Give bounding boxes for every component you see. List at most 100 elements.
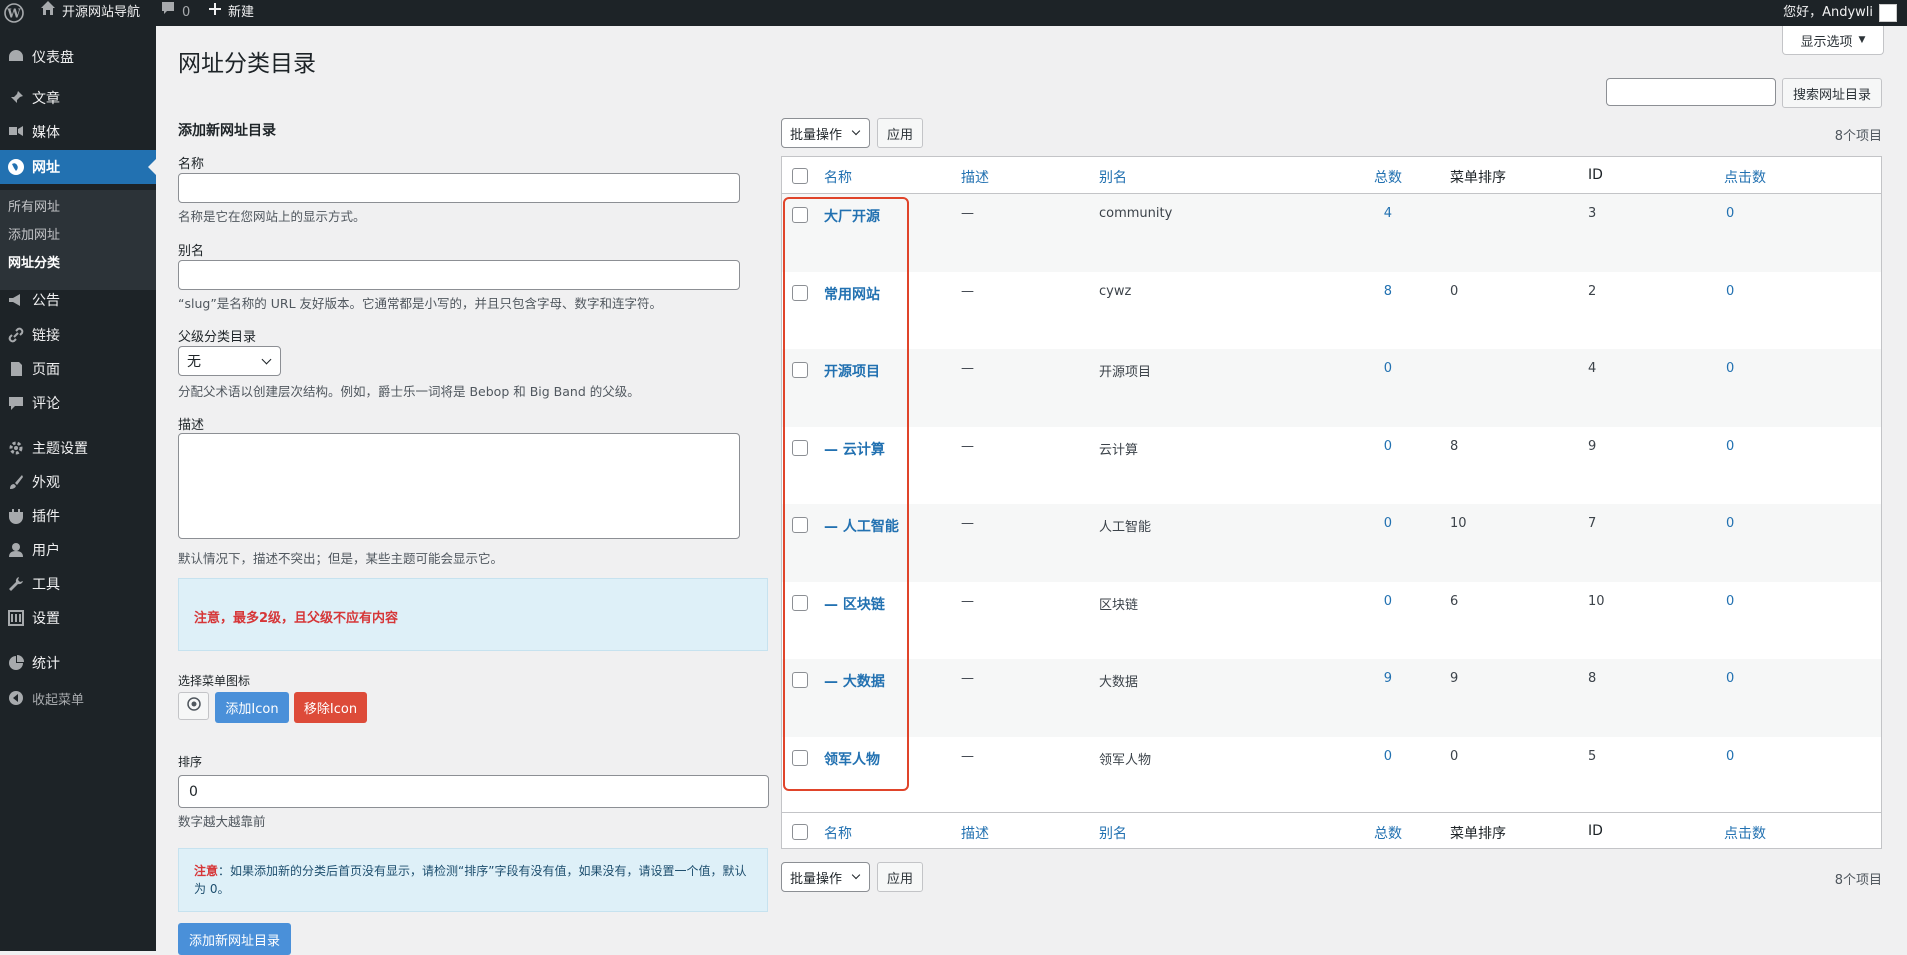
row-menu-order: 0 xyxy=(1450,748,1459,764)
row-checkbox[interactable] xyxy=(792,362,808,378)
account-menu[interactable]: 您好，Andywli xyxy=(1783,0,1897,26)
column-name[interactable]: 名称 xyxy=(824,167,852,187)
add-icon-button[interactable]: 添加Icon xyxy=(215,692,289,723)
column-description[interactable]: 描述 xyxy=(961,167,989,187)
row-description: — xyxy=(961,593,974,609)
row-name-link[interactable]: 领军人物 xyxy=(824,749,880,769)
row-slug: 领军人物 xyxy=(1099,752,1152,768)
notice-max-levels: 注意，最多2级，且父级不应有内容 xyxy=(178,578,768,651)
slug-label: 别名 xyxy=(178,244,205,259)
sidebar-item-appearance[interactable]: 外观 xyxy=(0,465,156,499)
sidebar-item-announcements[interactable]: 公告 xyxy=(0,283,156,317)
row-checkbox[interactable] xyxy=(792,439,808,456)
row-count-link[interactable]: 0 xyxy=(1384,439,1392,454)
row-slug: cywz xyxy=(1099,283,1132,299)
notice-order-body2: 为 0。 xyxy=(194,882,230,896)
row-checkbox[interactable] xyxy=(792,672,808,688)
slug-input[interactable] xyxy=(178,260,740,290)
sidebar-item-plugins[interactable]: 插件 xyxy=(0,499,156,533)
row-slug: 云计算 xyxy=(1099,442,1139,458)
row-count-link[interactable]: 9 xyxy=(1384,671,1392,686)
sidebar-item-links[interactable]: 链接 xyxy=(0,318,156,352)
row-name-link[interactable]: 大厂开源 xyxy=(824,206,880,226)
table-row: — 云计算 — 云计算 0 8 9 0 xyxy=(782,427,1881,505)
row-id: 2 xyxy=(1588,283,1597,299)
bulk-actions-select-bottom[interactable]: 批量操作 xyxy=(781,862,870,892)
comments-link[interactable]: 0 xyxy=(160,0,190,26)
screen-options-button[interactable]: 显示选项 ▼ xyxy=(1782,26,1884,55)
gear-icon xyxy=(6,438,26,458)
remove-icon-button[interactable]: 移除Icon xyxy=(294,692,367,723)
column-count-footer[interactable]: 总数 xyxy=(1374,823,1402,843)
name-input[interactable] xyxy=(178,173,740,203)
row-name-link[interactable]: — 大数据 xyxy=(824,671,885,691)
submenu-add-url[interactable]: 添加网址 xyxy=(8,224,60,243)
settings-icon xyxy=(6,608,26,628)
add-category-submit-button[interactable]: 添加新网址目录 xyxy=(178,923,291,955)
column-slug[interactable]: 别名 xyxy=(1099,167,1127,187)
row-count-link[interactable]: 8 xyxy=(1384,284,1392,299)
search-input[interactable] xyxy=(1606,78,1776,106)
row-checkbox[interactable] xyxy=(792,749,808,766)
column-description-footer[interactable]: 描述 xyxy=(961,823,989,843)
sidebar-item-urls[interactable]: 网址 xyxy=(0,150,156,184)
select-all-checkbox-footer[interactable] xyxy=(792,824,808,840)
sidebar-label: 评论 xyxy=(32,396,60,412)
submenu-all-urls[interactable]: 所有网址 xyxy=(8,196,60,215)
sidebar-item-stats[interactable]: 统计 xyxy=(0,646,156,680)
bulk-actions-select-top[interactable]: 批量操作 xyxy=(781,118,870,148)
icon-preview[interactable] xyxy=(178,692,209,720)
sidebar-item-settings[interactable]: 设置 xyxy=(0,601,156,635)
collapse-menu-button[interactable]: 收起菜单 xyxy=(0,681,156,715)
wordpress-logo-icon[interactable]: W xyxy=(4,0,24,26)
media-icon xyxy=(6,122,26,142)
description-textarea[interactable] xyxy=(178,433,740,539)
apply-button-bottom[interactable]: 应用 xyxy=(877,862,923,892)
megaphone-icon xyxy=(6,290,26,310)
form-title: 添加新网址目录 xyxy=(178,123,276,139)
select-all-checkbox[interactable] xyxy=(792,168,808,184)
comments-count: 0 xyxy=(182,5,191,20)
row-checkbox[interactable] xyxy=(792,517,808,533)
row-count-link[interactable]: 0 xyxy=(1384,749,1392,764)
row-checkbox[interactable] xyxy=(792,594,808,611)
row-name-link[interactable]: 开源项目 xyxy=(824,361,880,381)
screen-options-label: 显示选项 xyxy=(1800,34,1853,50)
apply-button-top[interactable]: 应用 xyxy=(877,118,923,148)
sidebar-item-dashboard[interactable]: 仪表盘 xyxy=(0,40,156,74)
site-name-link[interactable]: 开源网站导航 xyxy=(40,0,140,26)
row-name-link[interactable]: — 区块链 xyxy=(824,594,885,614)
row-checkbox[interactable] xyxy=(792,284,808,301)
sidebar-item-tools[interactable]: 工具 xyxy=(0,567,156,601)
row-count-link[interactable]: 0 xyxy=(1384,361,1392,376)
column-clicks-footer[interactable]: 点击数 xyxy=(1724,823,1766,843)
parent-select[interactable]: 无 xyxy=(178,346,281,376)
admin-bar: W 开源网站导航 0 新建 您好，Andywli xyxy=(0,0,1907,26)
submenu-url-categories[interactable]: 网址分类 xyxy=(8,252,60,271)
row-name-link[interactable]: — 云计算 xyxy=(824,439,885,459)
row-name-link[interactable]: — 人工智能 xyxy=(824,516,899,536)
sidebar-item-pages[interactable]: 页面 xyxy=(0,352,156,386)
order-input[interactable]: 0 xyxy=(178,775,769,808)
sidebar-item-media[interactable]: 媒体 xyxy=(0,115,156,149)
column-name-footer[interactable]: 名称 xyxy=(824,823,852,843)
sidebar-item-comments[interactable]: 评论 xyxy=(0,386,156,420)
row-count-link[interactable]: 0 xyxy=(1384,516,1392,531)
row-description: — xyxy=(961,516,974,531)
row-count-link[interactable]: 4 xyxy=(1384,206,1392,221)
column-clicks[interactable]: 点击数 xyxy=(1724,167,1766,187)
search-button[interactable]: 搜索网址目录 xyxy=(1782,78,1882,108)
row-name-link[interactable]: 常用网站 xyxy=(824,284,880,304)
column-slug-footer[interactable]: 别名 xyxy=(1099,823,1127,843)
bulk-actions-label: 批量操作 xyxy=(790,871,843,887)
row-count-link[interactable]: 0 xyxy=(1384,594,1392,609)
description-label: 描述 xyxy=(178,418,205,433)
sidebar-label: 主题设置 xyxy=(32,441,88,457)
row-id: 7 xyxy=(1588,516,1597,531)
sidebar-item-users[interactable]: 用户 xyxy=(0,533,156,567)
column-count[interactable]: 总数 xyxy=(1374,167,1402,187)
sidebar-item-posts[interactable]: 文章 xyxy=(0,81,156,115)
sidebar-item-theme-settings[interactable]: 主题设置 xyxy=(0,431,156,465)
new-content-link[interactable]: 新建 xyxy=(208,0,254,26)
row-checkbox[interactable] xyxy=(792,207,808,223)
